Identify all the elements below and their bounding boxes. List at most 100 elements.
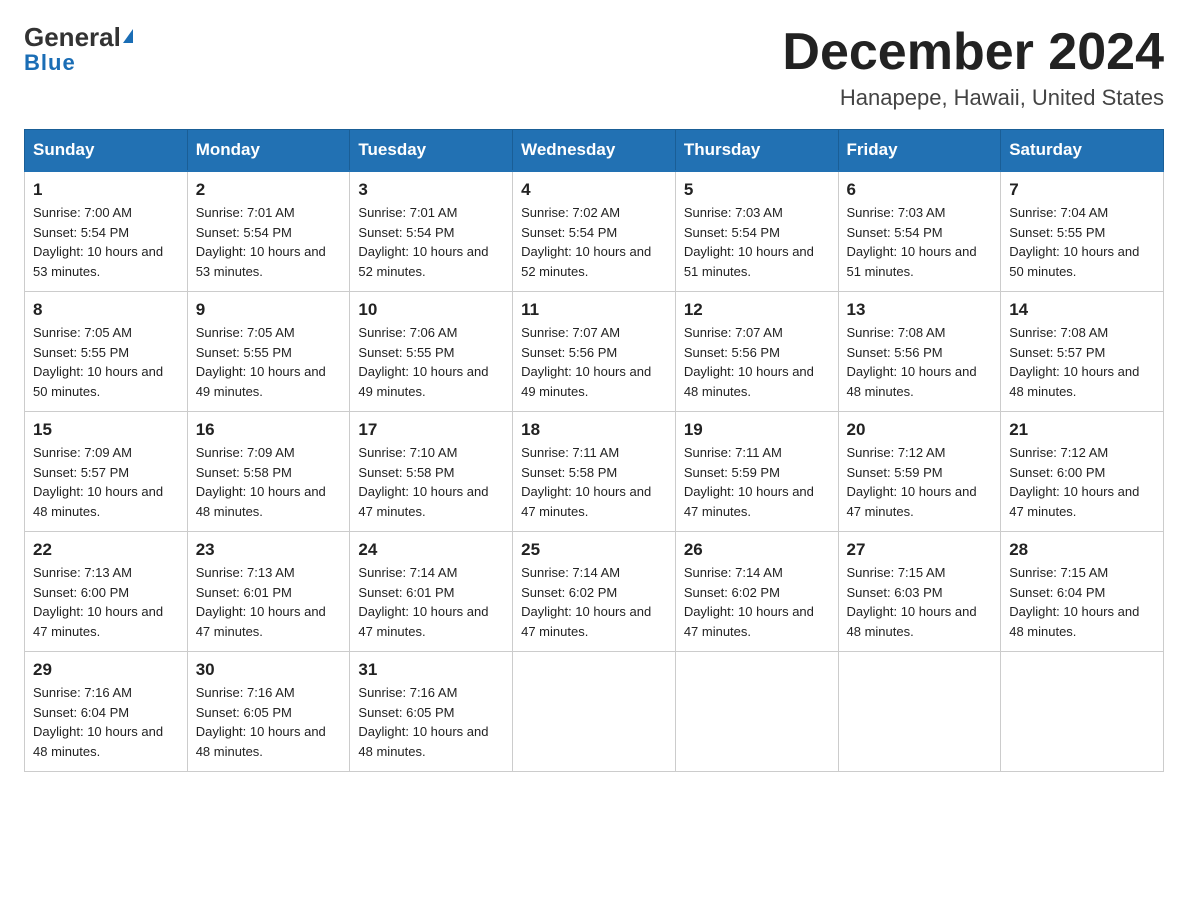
day-info: Sunrise: 7:12 AMSunset: 5:59 PMDaylight:… <box>847 443 993 521</box>
day-number: 21 <box>1009 420 1155 440</box>
month-title: December 2024 <box>782 24 1164 81</box>
day-number: 15 <box>33 420 179 440</box>
day-number: 6 <box>847 180 993 200</box>
day-number: 29 <box>33 660 179 680</box>
day-number: 5 <box>684 180 830 200</box>
calendar-week-row: 22Sunrise: 7:13 AMSunset: 6:00 PMDayligh… <box>25 532 1164 652</box>
header-tuesday: Tuesday <box>350 130 513 172</box>
day-number: 11 <box>521 300 667 320</box>
calendar-cell <box>1001 652 1164 772</box>
day-number: 14 <box>1009 300 1155 320</box>
calendar-cell <box>675 652 838 772</box>
day-info: Sunrise: 7:16 AMSunset: 6:04 PMDaylight:… <box>33 683 179 761</box>
day-number: 27 <box>847 540 993 560</box>
day-info: Sunrise: 7:00 AMSunset: 5:54 PMDaylight:… <box>33 203 179 281</box>
calendar-cell: 14 Sunrise: 7:08 AMSunset: 5:57 PMDayligh… <box>1001 292 1164 412</box>
day-info: Sunrise: 7:06 AMSunset: 5:55 PMDaylight:… <box>358 323 504 401</box>
calendar-week-row: 29 Sunrise: 7:16 AMSunset: 6:04 PMDayligh… <box>25 652 1164 772</box>
logo: General Blue <box>24 24 133 74</box>
calendar-cell: 22Sunrise: 7:13 AMSunset: 6:00 PMDayligh… <box>25 532 188 652</box>
day-info: Sunrise: 7:05 AMSunset: 5:55 PMDaylight:… <box>33 323 179 401</box>
day-info: Sunrise: 7:05 AMSunset: 5:55 PMDaylight:… <box>196 323 342 401</box>
calendar-cell: 10 Sunrise: 7:06 AMSunset: 5:55 PMDayligh… <box>350 292 513 412</box>
header-saturday: Saturday <box>1001 130 1164 172</box>
calendar-cell: 16Sunrise: 7:09 AMSunset: 5:58 PMDayligh… <box>187 412 350 532</box>
calendar-cell: 19 Sunrise: 7:11 AMSunset: 5:59 PMDayligh… <box>675 412 838 532</box>
day-number: 26 <box>684 540 830 560</box>
day-info: Sunrise: 7:14 AMSunset: 6:01 PMDaylight:… <box>358 563 504 641</box>
page-header: General Blue December 2024 Hanapepe, Haw… <box>24 24 1164 111</box>
location-title: Hanapepe, Hawaii, United States <box>782 85 1164 111</box>
calendar-cell: 21 Sunrise: 7:12 AMSunset: 6:00 PMDayligh… <box>1001 412 1164 532</box>
day-info: Sunrise: 7:10 AMSunset: 5:58 PMDaylight:… <box>358 443 504 521</box>
day-number: 20 <box>847 420 993 440</box>
logo-triangle-icon <box>123 29 133 43</box>
calendar-table: SundayMondayTuesdayWednesdayThursdayFrid… <box>24 129 1164 772</box>
day-number: 3 <box>358 180 504 200</box>
header-thursday: Thursday <box>675 130 838 172</box>
day-number: 12 <box>684 300 830 320</box>
calendar-cell: 26 Sunrise: 7:14 AMSunset: 6:02 PMDayligh… <box>675 532 838 652</box>
calendar-cell: 7 Sunrise: 7:04 AMSunset: 5:55 PMDaylight… <box>1001 171 1164 292</box>
day-number: 19 <box>684 420 830 440</box>
day-info: Sunrise: 7:07 AMSunset: 5:56 PMDaylight:… <box>521 323 667 401</box>
day-info: Sunrise: 7:13 AMSunset: 6:01 PMDaylight:… <box>196 563 342 641</box>
calendar-cell: 1 Sunrise: 7:00 AMSunset: 5:54 PMDaylight… <box>25 171 188 292</box>
calendar-cell: 11 Sunrise: 7:07 AMSunset: 5:56 PMDayligh… <box>513 292 676 412</box>
header-friday: Friday <box>838 130 1001 172</box>
day-info: Sunrise: 7:08 AMSunset: 5:56 PMDaylight:… <box>847 323 993 401</box>
day-info: Sunrise: 7:08 AMSunset: 5:57 PMDaylight:… <box>1009 323 1155 401</box>
day-info: Sunrise: 7:15 AMSunset: 6:04 PMDaylight:… <box>1009 563 1155 641</box>
day-info: Sunrise: 7:14 AMSunset: 6:02 PMDaylight:… <box>684 563 830 641</box>
day-info: Sunrise: 7:01 AMSunset: 5:54 PMDaylight:… <box>358 203 504 281</box>
title-block: December 2024 Hanapepe, Hawaii, United S… <box>782 24 1164 111</box>
day-info: Sunrise: 7:07 AMSunset: 5:56 PMDaylight:… <box>684 323 830 401</box>
calendar-cell: 9Sunrise: 7:05 AMSunset: 5:55 PMDaylight… <box>187 292 350 412</box>
day-info: Sunrise: 7:15 AMSunset: 6:03 PMDaylight:… <box>847 563 993 641</box>
calendar-cell: 2 Sunrise: 7:01 AMSunset: 5:54 PMDaylight… <box>187 171 350 292</box>
day-number: 18 <box>521 420 667 440</box>
day-info: Sunrise: 7:11 AMSunset: 5:59 PMDaylight:… <box>684 443 830 521</box>
calendar-cell: 20 Sunrise: 7:12 AMSunset: 5:59 PMDayligh… <box>838 412 1001 532</box>
calendar-cell: 15 Sunrise: 7:09 AMSunset: 5:57 PMDayligh… <box>25 412 188 532</box>
calendar-header-row: SundayMondayTuesdayWednesdayThursdayFrid… <box>25 130 1164 172</box>
calendar-cell: 23 Sunrise: 7:13 AMSunset: 6:01 PMDayligh… <box>187 532 350 652</box>
day-number: 4 <box>521 180 667 200</box>
day-number: 17 <box>358 420 504 440</box>
day-info: Sunrise: 7:03 AMSunset: 5:54 PMDaylight:… <box>847 203 993 281</box>
calendar-cell: 29 Sunrise: 7:16 AMSunset: 6:04 PMDayligh… <box>25 652 188 772</box>
day-info: Sunrise: 7:16 AMSunset: 6:05 PMDaylight:… <box>358 683 504 761</box>
calendar-cell: 30 Sunrise: 7:16 AMSunset: 6:05 PMDayligh… <box>187 652 350 772</box>
day-number: 24 <box>358 540 504 560</box>
calendar-cell: 17 Sunrise: 7:10 AMSunset: 5:58 PMDayligh… <box>350 412 513 532</box>
day-number: 2 <box>196 180 342 200</box>
day-info: Sunrise: 7:04 AMSunset: 5:55 PMDaylight:… <box>1009 203 1155 281</box>
calendar-cell <box>513 652 676 772</box>
calendar-cell: 27 Sunrise: 7:15 AMSunset: 6:03 PMDayligh… <box>838 532 1001 652</box>
calendar-cell: 28Sunrise: 7:15 AMSunset: 6:04 PMDayligh… <box>1001 532 1164 652</box>
day-number: 7 <box>1009 180 1155 200</box>
day-number: 10 <box>358 300 504 320</box>
day-number: 23 <box>196 540 342 560</box>
day-number: 1 <box>33 180 179 200</box>
day-info: Sunrise: 7:02 AMSunset: 5:54 PMDaylight:… <box>521 203 667 281</box>
day-number: 30 <box>196 660 342 680</box>
day-number: 13 <box>847 300 993 320</box>
day-info: Sunrise: 7:16 AMSunset: 6:05 PMDaylight:… <box>196 683 342 761</box>
calendar-cell: 24 Sunrise: 7:14 AMSunset: 6:01 PMDayligh… <box>350 532 513 652</box>
calendar-cell <box>838 652 1001 772</box>
logo-general-text: General <box>24 24 133 50</box>
calendar-cell: 8Sunrise: 7:05 AMSunset: 5:55 PMDaylight… <box>25 292 188 412</box>
day-info: Sunrise: 7:12 AMSunset: 6:00 PMDaylight:… <box>1009 443 1155 521</box>
calendar-cell: 3 Sunrise: 7:01 AMSunset: 5:54 PMDaylight… <box>350 171 513 292</box>
calendar-cell: 18 Sunrise: 7:11 AMSunset: 5:58 PMDayligh… <box>513 412 676 532</box>
day-info: Sunrise: 7:01 AMSunset: 5:54 PMDaylight:… <box>196 203 342 281</box>
day-info: Sunrise: 7:09 AMSunset: 5:57 PMDaylight:… <box>33 443 179 521</box>
day-info: Sunrise: 7:11 AMSunset: 5:58 PMDaylight:… <box>521 443 667 521</box>
day-number: 31 <box>358 660 504 680</box>
header-sunday: Sunday <box>25 130 188 172</box>
calendar-cell: 25Sunrise: 7:14 AMSunset: 6:02 PMDayligh… <box>513 532 676 652</box>
calendar-week-row: 1 Sunrise: 7:00 AMSunset: 5:54 PMDaylight… <box>25 171 1164 292</box>
header-monday: Monday <box>187 130 350 172</box>
day-number: 25 <box>521 540 667 560</box>
